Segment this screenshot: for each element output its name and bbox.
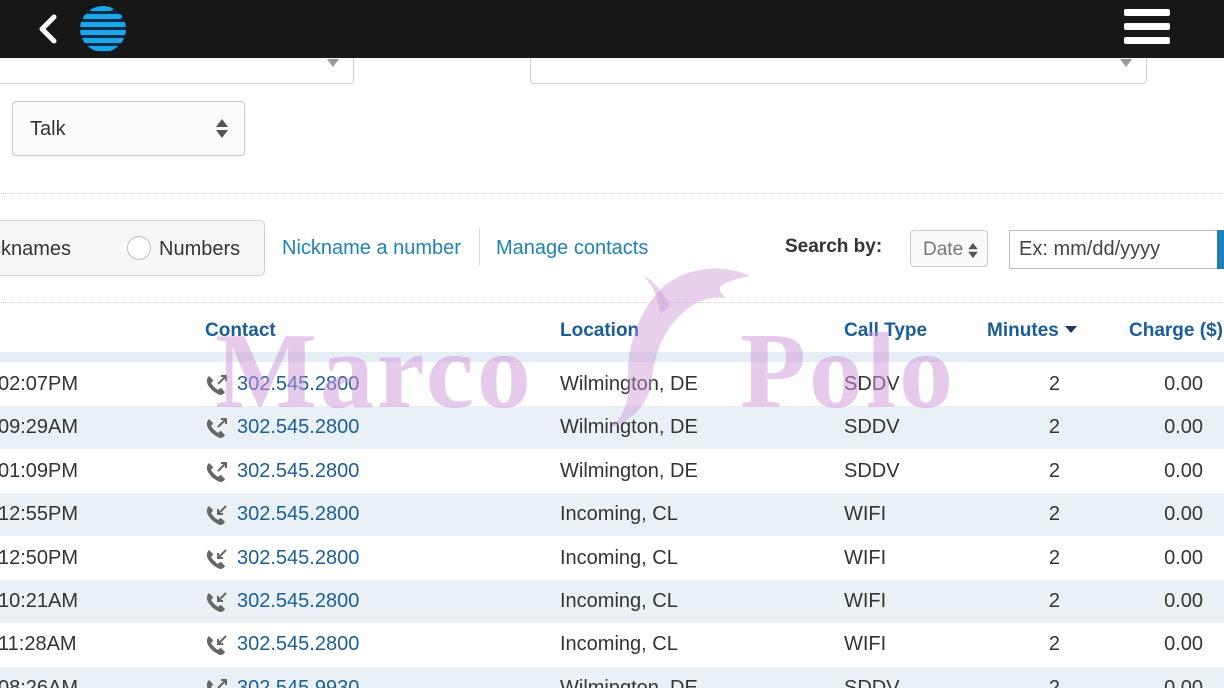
call-charge: 0.00 (1164, 546, 1203, 569)
call-time: 08:26AM (0, 676, 79, 688)
call-time: 02:07PM (0, 373, 79, 395)
column-header-location[interactable]: Location (560, 320, 639, 342)
call-minutes: 2 (1048, 633, 1060, 656)
call-minutes: 2 (1048, 416, 1060, 439)
contact-number-link[interactable]: 302.545.2800 (237, 547, 359, 570)
divider (479, 228, 480, 266)
table-header-band (0, 352, 1224, 362)
call-location: Wilmington, DE (560, 676, 698, 688)
call-charge: 0.00 (1164, 459, 1203, 482)
sort-descending-icon (1064, 326, 1077, 333)
call-time: 09:29AM (0, 416, 79, 439)
call-minutes: 2 (1048, 459, 1060, 482)
search-mode-value: Date (923, 239, 964, 260)
contact-number-link[interactable]: 302.545.2800 (237, 633, 359, 656)
outgoing-call-icon (205, 678, 227, 688)
table-row: 12:55PM 302.545.2800 Incoming, CL WIFI 2 0.00 (0, 493, 1224, 537)
contact-number-link[interactable]: 302.545.9930 (237, 677, 359, 688)
column-header-minutes-label: Minutes (987, 320, 1059, 341)
call-minutes: 2 (1048, 590, 1060, 612)
call-location: Incoming, CL (560, 546, 678, 569)
call-location: Wilmington, DE (560, 416, 698, 439)
contact-number-link[interactable]: 302.545.2800 (237, 460, 359, 483)
call-charge: 0.00 (1164, 416, 1203, 439)
call-location: Incoming, CL (560, 633, 678, 656)
call-time: 12:55PM (0, 503, 79, 526)
att-globe-icon[interactable] (79, 5, 127, 53)
incoming-call-icon (205, 504, 227, 526)
call-type: SDDV (844, 459, 900, 482)
call-type: WIFI (844, 503, 887, 526)
view-toggle: cknames Numbers (0, 220, 265, 276)
column-header-call-type[interactable]: Call Type (844, 320, 927, 342)
call-time: 11:28AM (0, 633, 77, 656)
divider (0, 193, 1224, 194)
call-time: 12:50PM (0, 546, 79, 569)
call-type: SDDV (844, 416, 900, 439)
table-row: 08:26AM 302.545.9930 Wilmington, DE SDDV 2 0.… (0, 666, 1224, 688)
hamburger-icon (1124, 37, 1170, 44)
call-type: WIFI (844, 590, 887, 612)
table-row: 10:21AM 302.545.2800 Incoming, CL WIFI 2 0.00 (0, 580, 1224, 623)
sort-updown-icon (216, 119, 228, 138)
top-bar (0, 0, 1224, 58)
call-charge: 0.00 (1164, 503, 1203, 526)
contact-number-link[interactable]: 302.545.2800 (237, 590, 359, 613)
hamburger-icon (1124, 23, 1170, 30)
caret-down-icon (327, 59, 339, 67)
call-minutes: 2 (1048, 546, 1060, 569)
table-row: 02:07PM 302.545.2800 Wilmington, DE SDDV 2 0.… (0, 363, 1224, 406)
nickname-number-link[interactable]: Nickname a number (282, 237, 461, 260)
call-location: Wilmington, DE (560, 373, 698, 395)
table-row: 01:09PM 302.545.2800 Wilmington, DE SDDV 2 0.… (0, 450, 1224, 493)
call-minutes: 2 (1048, 503, 1060, 526)
search-button[interactable] (1217, 230, 1224, 269)
table-row: 09:29AM 302.545.2800 Wilmington, DE SDDV 2 0.… (0, 406, 1224, 450)
call-type: SDDV (844, 676, 900, 688)
call-location: Incoming, CL (560, 503, 678, 526)
column-header-minutes[interactable]: Minutes (987, 320, 1077, 342)
contact-number-link[interactable]: 302.545.2800 (237, 416, 359, 439)
call-charge: 0.00 (1164, 676, 1203, 688)
outgoing-call-icon (205, 374, 227, 396)
call-location: Wilmington, DE (560, 459, 698, 482)
column-header-contact[interactable]: Contact (205, 320, 276, 342)
search-mode-select[interactable]: Date (910, 230, 988, 267)
call-minutes: 2 (1048, 676, 1060, 688)
call-type: WIFI (844, 633, 887, 656)
call-type: WIFI (844, 546, 887, 569)
column-header-charge[interactable]: Charge ($) (1129, 320, 1223, 342)
caret-down-icon (1120, 59, 1132, 67)
hamburger-icon (1124, 9, 1170, 16)
call-charge: 0.00 (1164, 633, 1203, 656)
outgoing-call-icon (205, 417, 227, 439)
search-by-label: Search by: (785, 236, 883, 257)
menu-button[interactable] (1124, 9, 1170, 49)
call-time: 10:21AM (0, 590, 79, 612)
incoming-call-icon (205, 548, 227, 570)
call-minutes: 2 (1048, 373, 1060, 395)
date-search-input[interactable] (1009, 230, 1221, 269)
chevron-left-icon[interactable] (36, 12, 60, 46)
usage-type-select[interactable]: Talk (12, 101, 245, 156)
call-charge: 0.00 (1164, 590, 1203, 612)
usage-type-value: Talk (30, 118, 66, 140)
call-time: 01:09PM (0, 459, 79, 482)
divider (0, 302, 1224, 303)
call-charge: 0.00 (1164, 373, 1203, 395)
call-type: SDDV (844, 373, 900, 395)
incoming-call-icon (205, 634, 227, 656)
numbers-radio[interactable] (127, 236, 151, 260)
sort-updown-icon (968, 242, 978, 259)
incoming-call-icon (205, 591, 227, 613)
manage-contacts-link[interactable]: Manage contacts (496, 237, 648, 260)
numbers-option-label[interactable]: Numbers (159, 238, 240, 261)
table-row: 12:50PM 302.545.2800 Incoming, CL WIFI 2 0.00 (0, 537, 1224, 580)
call-location: Incoming, CL (560, 590, 678, 612)
contact-number-link[interactable]: 302.545.2800 (237, 503, 359, 526)
nicknames-option-label[interactable]: cknames (0, 238, 71, 261)
table-row: 11:28AM 302.545.2800 Incoming, CL WIFI 2 0.00 (0, 623, 1224, 666)
contact-number-link[interactable]: 302.545.2800 (237, 373, 359, 396)
outgoing-call-icon (205, 461, 227, 483)
